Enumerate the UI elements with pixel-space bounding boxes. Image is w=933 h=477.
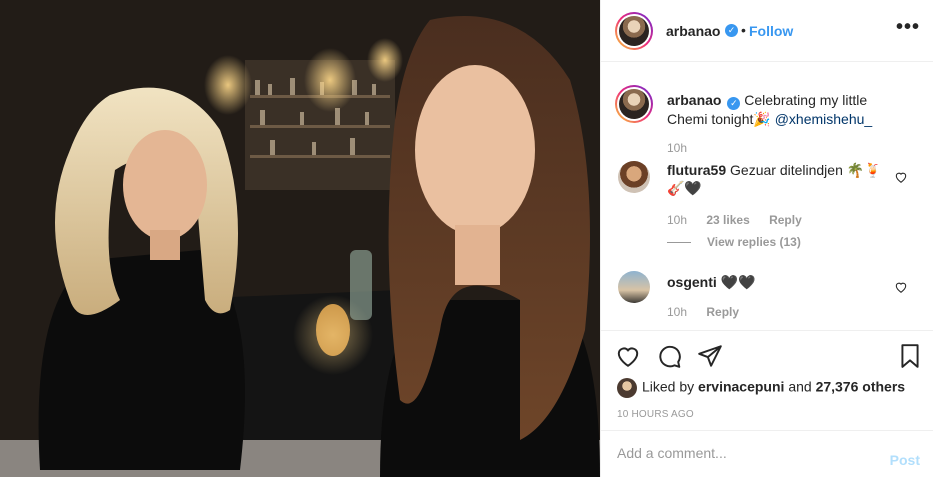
post-photo[interactable] xyxy=(0,0,600,477)
caption-time[interactable]: 10h xyxy=(667,141,687,155)
post-header: arbanao ✓ • Follow ••• xyxy=(601,0,933,62)
comment-username[interactable]: flutura59 xyxy=(667,162,726,178)
comment-meta: 10h Reply xyxy=(667,305,739,319)
view-replies-label: View replies (13) xyxy=(707,235,801,249)
comment-meta: 10h 23 likes Reply xyxy=(667,213,802,227)
verified-icon: ✓ xyxy=(725,24,738,37)
comment-flutura59: flutura59 Gezuar ditelindjen 🌴🍹 🎸🖤 xyxy=(667,161,895,197)
reply-button[interactable]: Reply xyxy=(706,305,739,319)
author-avatar[interactable] xyxy=(615,12,653,50)
caption-author-avatar[interactable] xyxy=(615,85,653,123)
reply-button[interactable]: Reply xyxy=(769,213,802,227)
heart-icon[interactable] xyxy=(615,343,641,369)
comment-text: 🖤🖤 xyxy=(720,274,756,290)
liked-and: and xyxy=(788,378,812,395)
comment-icon[interactable] xyxy=(656,343,682,369)
view-replies-button[interactable]: View replies (13) xyxy=(667,235,801,249)
liker-avatar[interactable] xyxy=(617,378,637,398)
share-icon[interactable] xyxy=(697,343,723,369)
verified-icon: ✓ xyxy=(727,97,741,110)
author-username[interactable]: arbanao xyxy=(666,23,720,39)
commenter-avatar[interactable] xyxy=(618,161,650,193)
more-options-icon[interactable]: ••• xyxy=(896,16,920,39)
add-comment-bar: Post xyxy=(601,430,933,477)
comment-like-heart-icon[interactable] xyxy=(894,170,908,184)
post-actions: Liked by ervinacepuni and 27,376 others … xyxy=(601,330,933,430)
comment-likes[interactable]: 23 likes xyxy=(706,213,749,227)
replies-divider xyxy=(667,242,691,244)
separator-dot: • xyxy=(741,22,746,38)
liked-others[interactable]: 27,376 others xyxy=(816,379,906,395)
comment-osgenti: osgenti 🖤🖤 xyxy=(667,273,895,291)
bookmark-icon[interactable] xyxy=(897,343,923,369)
post-timestamp[interactable]: 10 HOURS AGO xyxy=(617,409,694,420)
party-emoji: 🎉 xyxy=(753,111,771,127)
comment-time[interactable]: 10h xyxy=(667,305,687,319)
caption-username[interactable]: arbanao xyxy=(667,92,721,108)
follow-button[interactable]: Follow xyxy=(749,23,793,39)
comments-section[interactable]: arbanao ✓ Celebrating my little Chemi to… xyxy=(601,62,933,330)
comment-username[interactable]: osgenti xyxy=(667,274,717,290)
caption: arbanao ✓ Celebrating my little Chemi to… xyxy=(667,91,897,128)
comment-input[interactable] xyxy=(617,445,877,461)
caption-mention[interactable]: @xhemishehu_ xyxy=(775,111,873,127)
post-comment-button[interactable]: Post xyxy=(890,452,920,468)
restaurant-selfie-image xyxy=(0,0,600,477)
liked-prefix: Liked by xyxy=(642,378,695,395)
post-side-panel: arbanao ✓ • Follow ••• arbanao ✓ Celebra… xyxy=(600,0,933,477)
commenter-avatar[interactable] xyxy=(618,271,650,303)
comment-time[interactable]: 10h xyxy=(667,213,687,227)
comment-like-heart-icon[interactable] xyxy=(894,280,908,294)
liked-by: Liked by ervinacepuni and 27,376 others xyxy=(617,378,905,398)
liked-user[interactable]: ervinacepuni xyxy=(698,379,784,395)
